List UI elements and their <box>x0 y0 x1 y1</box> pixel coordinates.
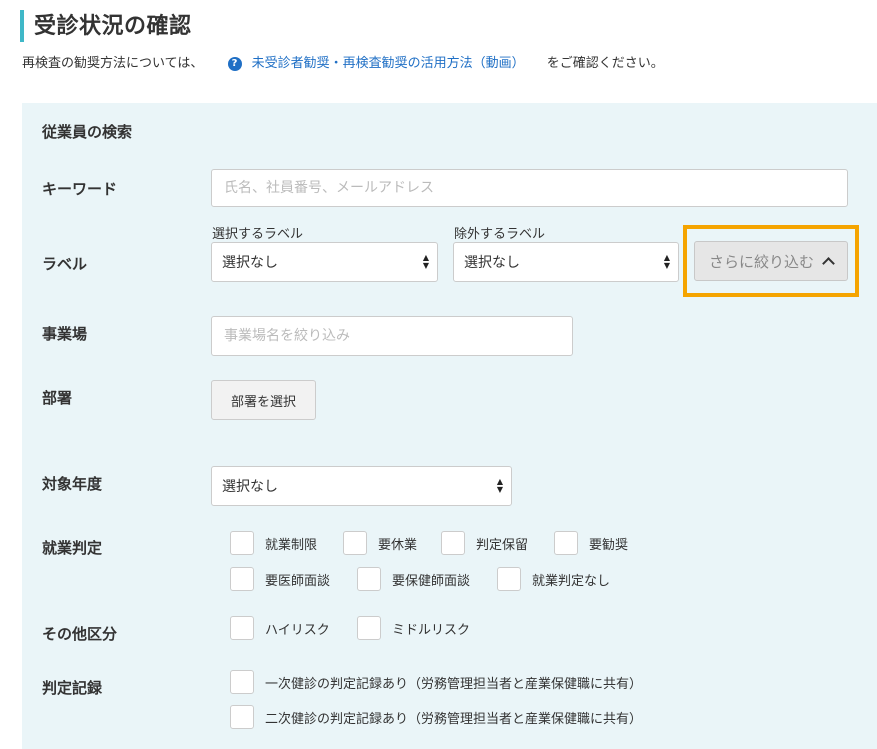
checkbox-leave-required[interactable]: 要休業 <box>343 531 417 555</box>
checkbox-label: 就業制限 <box>265 537 318 553</box>
narrow-down-label: さらに絞り込む <box>708 252 814 271</box>
office-label: 事業場 <box>42 325 88 343</box>
lead-after: をご確認ください。 <box>546 56 664 71</box>
search-panel: 従業員の検索 キーワード ラベル 選択するラベル 選択なし ▲▼ 除外するラベル… <box>22 103 877 749</box>
fiscal-year-value: 選択なし <box>222 479 278 495</box>
include-label-value: 選択なし <box>222 255 278 271</box>
checkbox-recommendation[interactable]: 要勧奨 <box>554 531 628 555</box>
help-icon: ? <box>227 57 242 71</box>
checkbox-work-restriction[interactable]: 就業制限 <box>230 531 317 555</box>
other-category-label: その他区分 <box>42 625 118 643</box>
lead-text: 再検査の勧奨方法については、 ? 未受診者勧奨・再検査勧奨の活用方法（動画） を… <box>22 52 664 71</box>
checkbox-box[interactable] <box>230 670 254 694</box>
checkbox-label: 要勧奨 <box>589 537 629 553</box>
checkbox-box[interactable] <box>357 616 381 640</box>
fiscal-year-label: 対象年度 <box>42 475 103 493</box>
judgment-record-label: 判定記録 <box>42 679 103 697</box>
checkbox-box[interactable] <box>230 616 254 640</box>
select-arrows-icon: ▲ ▼ <box>663 253 670 270</box>
checkbox-doctor-interview[interactable]: 要医師面談 <box>230 567 330 591</box>
narrow-highlight-frame: さらに絞り込む <box>683 225 859 297</box>
include-label-select[interactable]: 選択なし ▲ ▼ <box>211 242 438 282</box>
department-label: 部署 <box>42 389 73 407</box>
keyword-label: キーワード <box>42 180 118 198</box>
exclude-label-select[interactable]: 選択なし ▲ ▼ <box>453 242 679 282</box>
checkbox-box[interactable] <box>497 567 521 591</box>
checkbox-label: 判定保留 <box>476 537 529 553</box>
page-title: 受診状況の確認 <box>34 14 192 39</box>
search-heading: 従業員の検索 <box>42 123 133 141</box>
narrow-down-button[interactable]: さらに絞り込む <box>694 241 848 281</box>
checkbox-nurse-interview[interactable]: 要保健師面談 <box>357 567 470 591</box>
checkbox-middle-risk[interactable]: ミドルリスク <box>357 616 470 640</box>
include-label-caption: 選択するラベル <box>212 227 304 242</box>
exclude-label-value: 選択なし <box>464 255 520 271</box>
checkbox-label: 就業判定なし <box>532 573 611 589</box>
fiscal-year-select[interactable]: 選択なし ▲ ▼ <box>211 466 512 506</box>
checkbox-label: ミドルリスク <box>392 622 471 638</box>
checkbox-box[interactable] <box>230 705 254 729</box>
select-department-button[interactable]: 部署を選択 <box>211 380 316 420</box>
checkbox-box[interactable] <box>343 531 367 555</box>
select-arrows-icon: ▲ ▼ <box>422 253 429 270</box>
checkbox-label: 要保健師面談 <box>392 573 471 589</box>
work-judgment-label: 就業判定 <box>42 539 103 557</box>
checkbox-label: 二次健診の判定記録あり（労務管理担当者と産業保健職に共有） <box>265 711 643 727</box>
checkbox-box[interactable] <box>230 531 254 555</box>
checkbox-label: 要医師面談 <box>265 573 331 589</box>
checkbox-box[interactable] <box>554 531 578 555</box>
label-row-label: ラベル <box>42 255 88 273</box>
checkbox-judgment-pending[interactable]: 判定保留 <box>441 531 528 555</box>
checkbox-high-risk[interactable]: ハイリスク <box>230 616 330 640</box>
keyword-input[interactable] <box>211 169 848 207</box>
lead-before: 再検査の勧奨方法については、 <box>22 56 204 71</box>
checkbox-no-judgment[interactable]: 就業判定なし <box>497 567 610 591</box>
checkbox-label: ハイリスク <box>265 622 330 638</box>
checkbox-box[interactable] <box>230 567 254 591</box>
checkbox-label: 一次健診の判定記録あり（労務管理担当者と産業保健職に共有） <box>265 676 643 692</box>
help-video-link[interactable]: 未受診者勧奨・再検査勧奨の活用方法（動画） <box>252 56 525 71</box>
select-arrows-icon: ▲ ▼ <box>496 477 503 494</box>
checkbox-box[interactable] <box>357 567 381 591</box>
office-filter-input[interactable] <box>211 316 573 356</box>
title-accent-bar <box>20 10 24 42</box>
chevron-up-icon <box>822 257 835 270</box>
checkbox-second-exam-record[interactable]: 二次健診の判定記録あり（労務管理担当者と産業保健職に共有） <box>230 705 642 729</box>
exclude-label-caption: 除外するラベル <box>454 227 546 242</box>
checkbox-first-exam-record[interactable]: 一次健診の判定記録あり（労務管理担当者と産業保健職に共有） <box>230 670 642 694</box>
checkbox-box[interactable] <box>441 531 465 555</box>
checkbox-label: 要休業 <box>378 537 418 553</box>
